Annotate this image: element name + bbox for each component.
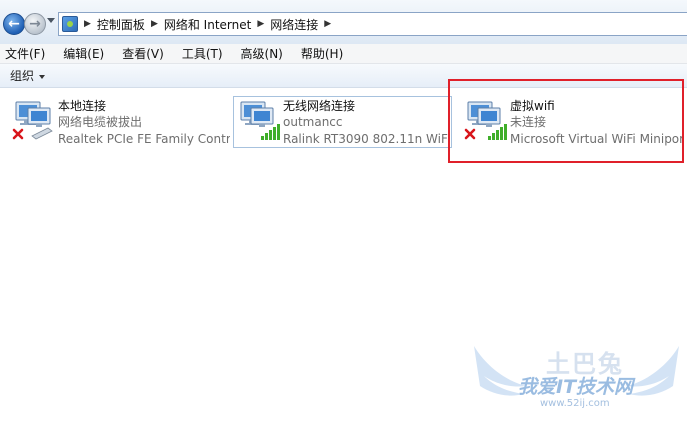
menu-advanced[interactable]: 高级(N) bbox=[241, 45, 283, 62]
breadcrumb-network-connections[interactable]: 网络连接 bbox=[270, 16, 318, 33]
address-box[interactable]: ▶ 控制面板 ▶ 网络和 Internet ▶ 网络连接 ▶ bbox=[58, 12, 687, 36]
connection-device: Ralink RT3090 802.11n WiFi A... bbox=[283, 132, 449, 146]
organize-button[interactable]: 组织 bbox=[10, 67, 46, 84]
forward-button[interactable]: → bbox=[24, 13, 46, 35]
menu-edit[interactable]: 编辑(E) bbox=[63, 45, 104, 62]
annotation-highlight-box bbox=[448, 79, 684, 163]
menu-bar: 文件(F) 编辑(E) 查看(V) 工具(T) 高级(N) 帮助(H) bbox=[0, 44, 687, 64]
watermark: 土巴兔 我爱IT技术网 www.52ij.com bbox=[466, 336, 687, 421]
connection-name: 无线网络连接 bbox=[283, 99, 356, 113]
chevron-right-icon[interactable]: ▶ bbox=[84, 19, 91, 29]
control-panel-icon bbox=[62, 16, 78, 32]
network-disconnected-icon bbox=[12, 101, 53, 140]
chevron-right-icon[interactable]: ▶ bbox=[257, 19, 264, 29]
connection-tile-wireless[interactable]: 无线网络连接 outmancc Ralink RT3090 802.11n Wi… bbox=[233, 96, 452, 148]
wireless-connected-icon bbox=[240, 101, 280, 140]
address-bar-region: ← → ▶ 控制面板 ▶ 网络和 Internet ▶ 网络连接 ▶ bbox=[0, 0, 687, 44]
watermark-subtitle: 我爱IT技术网 bbox=[518, 376, 634, 398]
watermark-url: www.52ij.com bbox=[540, 398, 610, 409]
chevron-right-icon[interactable]: ▶ bbox=[324, 19, 331, 29]
caret-down-icon bbox=[39, 74, 46, 79]
menu-help[interactable]: 帮助(H) bbox=[301, 45, 343, 62]
back-button[interactable]: ← bbox=[3, 13, 25, 35]
menu-file[interactable]: 文件(F) bbox=[5, 45, 45, 62]
connection-device: Realtek PCIe FE Family Control... bbox=[58, 132, 230, 146]
menu-view[interactable]: 查看(V) bbox=[122, 45, 164, 62]
recent-pages-dropdown[interactable] bbox=[47, 18, 55, 23]
breadcrumb-control-panel[interactable]: 控制面板 bbox=[97, 16, 145, 33]
chevron-right-icon[interactable]: ▶ bbox=[151, 19, 158, 29]
breadcrumb-network-internet[interactable]: 网络和 Internet bbox=[164, 16, 251, 33]
connection-tile-local[interactable]: 本地连接 网络电缆被拔出 Realtek PCIe FE Family Cont… bbox=[6, 96, 230, 148]
menu-tools[interactable]: 工具(T) bbox=[182, 45, 223, 62]
connection-status: 网络电缆被拔出 bbox=[58, 115, 143, 129]
organize-label: 组织 bbox=[10, 69, 35, 83]
connection-status: outmancc bbox=[283, 115, 343, 129]
connection-name: 本地连接 bbox=[58, 99, 107, 113]
